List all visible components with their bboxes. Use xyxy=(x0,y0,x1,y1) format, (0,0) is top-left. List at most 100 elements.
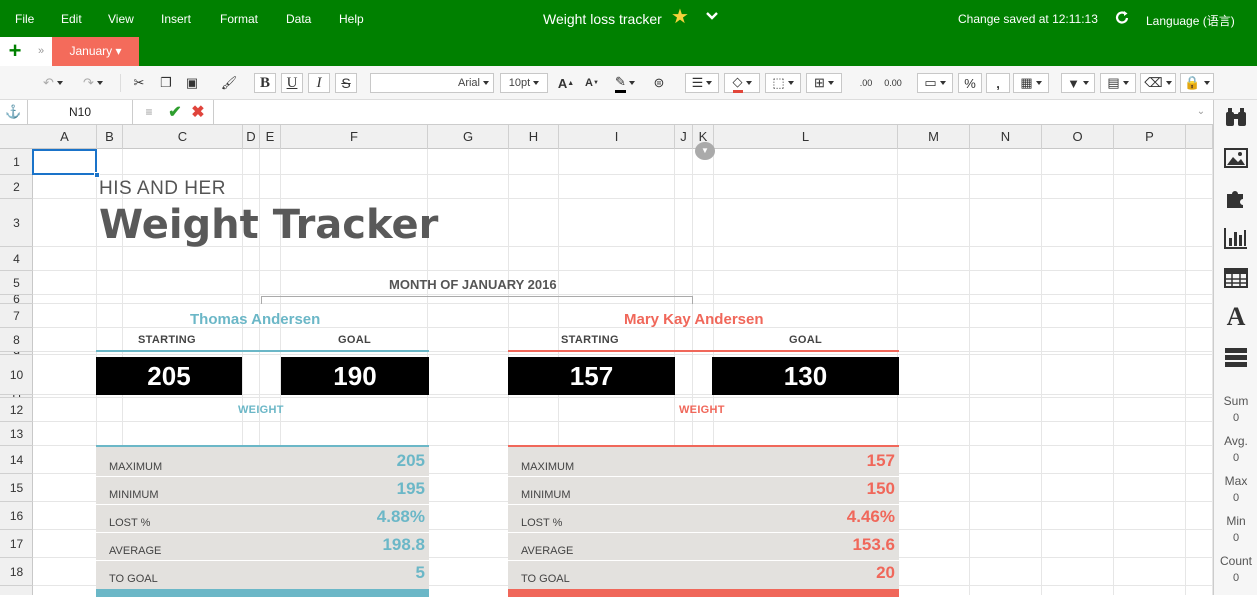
format-painter-icon[interactable]: 🖌 xyxy=(217,73,241,93)
list-icon[interactable] xyxy=(1223,346,1249,370)
stat-value: 198.8 xyxy=(382,535,425,554)
check-icon[interactable]: ✔ xyxy=(164,103,186,123)
right-sidebar: A Sum 0 Avg. 0 Max 0 Min 0 Count 0 xyxy=(1213,100,1257,595)
date-format-icon[interactable]: ▦ xyxy=(1013,73,1049,93)
filter-icon[interactable]: ▼ xyxy=(1061,73,1095,93)
align-icon[interactable]: ☰ xyxy=(685,73,719,93)
calculator-icon[interactable]: ▤ xyxy=(1100,73,1136,93)
row-headers: 123456789101112131415161718 xyxy=(0,149,33,595)
column-header[interactable]: N xyxy=(970,125,1042,149)
row-header[interactable]: 1 xyxy=(0,149,33,175)
column-resize-marker[interactable]: ▼ xyxy=(695,142,715,160)
redo-button[interactable]: ↷ xyxy=(76,73,110,93)
menu-help[interactable]: Help xyxy=(339,12,364,26)
column-header[interactable]: A xyxy=(33,125,97,149)
chevron-down-icon[interactable] xyxy=(705,9,719,23)
menu-insert[interactable]: Insert xyxy=(161,12,191,26)
menu-edit[interactable]: Edit xyxy=(61,12,82,26)
puzzle-icon[interactable] xyxy=(1223,186,1249,210)
chart-icon[interactable] xyxy=(1223,226,1249,250)
row-header[interactable]: 8 xyxy=(0,328,33,352)
selected-cell[interactable] xyxy=(32,149,97,175)
row-header[interactable]: 16 xyxy=(0,502,33,530)
anchor-icon[interactable]: ⚓ xyxy=(0,100,28,124)
strikethrough-button[interactable]: S xyxy=(335,73,357,93)
cut-icon[interactable]: ✂ xyxy=(128,73,150,93)
stat-label: AVERAGE xyxy=(109,545,162,557)
menu-view[interactable]: View xyxy=(108,12,134,26)
row-header[interactable]: 2 xyxy=(0,175,33,199)
eraser-icon[interactable]: ⌫ xyxy=(1140,73,1176,93)
row-header[interactable]: 17 xyxy=(0,530,33,558)
italic-button[interactable]: I xyxy=(308,73,330,93)
undo-button[interactable]: ↶ xyxy=(36,73,70,93)
fill-color-icon[interactable]: ◇ xyxy=(724,73,760,93)
paste-icon[interactable]: ▣ xyxy=(181,73,203,93)
image-icon[interactable] xyxy=(1223,146,1249,170)
row-header[interactable]: 18 xyxy=(0,558,33,586)
table-icon[interactable] xyxy=(1223,266,1249,290)
increase-font-icon[interactable]: A ▲ xyxy=(555,73,577,93)
increase-decimal-icon[interactable]: 0.00 xyxy=(881,73,905,93)
binoculars-icon[interactable] xyxy=(1223,106,1249,130)
row-header[interactable]: 15 xyxy=(0,474,33,502)
expand-icon[interactable]: ⌄ xyxy=(1192,103,1210,121)
close-icon[interactable]: ✖ xyxy=(187,103,209,123)
row-header[interactable]: 7 xyxy=(0,304,33,328)
formula-input[interactable] xyxy=(213,100,1188,124)
cell-reference-box[interactable]: N10 xyxy=(28,100,133,124)
menu-format[interactable]: Format xyxy=(220,12,258,26)
row-header[interactable]: 3 xyxy=(0,199,33,247)
menu-data[interactable]: Data xyxy=(286,12,311,26)
row-header[interactable]: 12 xyxy=(0,398,33,422)
refresh-icon[interactable] xyxy=(1114,10,1130,26)
comma-button[interactable]: , xyxy=(986,73,1010,93)
lock-icon[interactable]: 🔒 xyxy=(1180,73,1214,93)
menu-file[interactable]: File xyxy=(15,12,34,26)
column-header[interactable]: O xyxy=(1042,125,1114,149)
formula-icon[interactable]: ≡ xyxy=(140,103,158,121)
star-icon[interactable]: ★ xyxy=(671,7,689,27)
row-header[interactable]: 6 xyxy=(0,295,33,304)
column-header[interactable]: P xyxy=(1114,125,1186,149)
add-sheet-button[interactable]: + xyxy=(0,37,30,66)
row-header[interactable]: 4 xyxy=(0,247,33,271)
font-family-select[interactable]: Arial xyxy=(370,73,494,93)
column-header[interactable]: H xyxy=(509,125,559,149)
row-header[interactable]: 10 xyxy=(0,355,33,395)
underline-button[interactable]: U xyxy=(281,73,303,93)
currency-icon[interactable]: ▭ xyxy=(917,73,953,93)
copy-icon[interactable]: ❐ xyxy=(155,73,177,93)
document-title[interactable]: Weight loss tracker xyxy=(543,11,662,27)
column-header[interactable] xyxy=(1186,125,1213,149)
merge-cells-icon[interactable]: ⊞ xyxy=(806,73,842,93)
text-color-icon[interactable]: ✎ xyxy=(608,73,642,93)
stat-sum-value: 0 xyxy=(1232,412,1240,424)
wrap-text-icon[interactable]: ⊜ xyxy=(648,73,670,93)
borders-icon[interactable]: ⬚ xyxy=(765,73,801,93)
sheet-list-button[interactable]: » xyxy=(30,37,52,66)
column-header[interactable]: B xyxy=(97,125,123,149)
column-header[interactable]: D xyxy=(243,125,260,149)
decrease-decimal-icon[interactable]: .00 xyxy=(855,73,877,93)
column-header[interactable]: J xyxy=(675,125,693,149)
stat-label: MAXIMUM xyxy=(109,461,163,473)
stat-sum-label: Sum xyxy=(1223,394,1249,408)
column-header[interactable]: F xyxy=(281,125,428,149)
text-icon[interactable]: A xyxy=(1223,304,1249,330)
row-header[interactable]: 14 xyxy=(0,446,33,474)
row-header[interactable]: 13 xyxy=(0,422,33,446)
bold-button[interactable]: B xyxy=(254,73,276,93)
column-header[interactable]: G xyxy=(428,125,509,149)
percent-button[interactable]: % xyxy=(958,73,982,93)
column-header[interactable]: I xyxy=(559,125,675,149)
column-header[interactable]: E xyxy=(260,125,281,149)
sheet-tab-january[interactable]: January ▾ xyxy=(52,37,139,66)
font-size-select[interactable]: 10pt xyxy=(500,73,548,93)
column-header[interactable]: C xyxy=(123,125,243,149)
column-header[interactable]: L xyxy=(714,125,898,149)
decrease-font-icon[interactable]: A ▼ xyxy=(581,73,603,93)
column-header[interactable]: M xyxy=(898,125,970,149)
language-selector[interactable]: Language (语言) xyxy=(1146,12,1235,29)
row-header[interactable]: 5 xyxy=(0,271,33,295)
